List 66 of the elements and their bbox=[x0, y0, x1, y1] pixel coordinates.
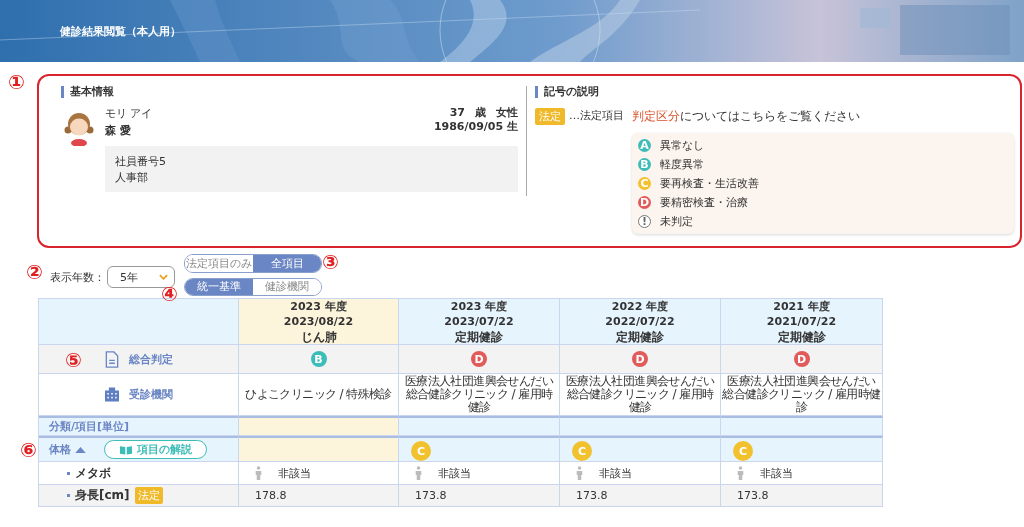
category-header: 分類/項目[単位] bbox=[49, 419, 130, 434]
legal-note: …法定項目 bbox=[569, 108, 624, 123]
page-title: 健診結果閲覧（本人用） bbox=[60, 23, 181, 39]
gender: 女性 bbox=[496, 106, 518, 120]
table-cell: 173.8 bbox=[576, 489, 608, 502]
grade-label: 未判定 bbox=[660, 214, 693, 229]
table-cell: 173.8 bbox=[737, 489, 769, 502]
grade-badge: C bbox=[411, 441, 431, 461]
table-cell: 医療法人社団進興会せんだい総合健診クリニック / 雇用時健診 bbox=[722, 375, 881, 414]
pending-badge: ! bbox=[638, 215, 651, 228]
grade-badge: C bbox=[572, 441, 592, 461]
person-name: 森 愛 bbox=[105, 123, 132, 138]
callout-number: ③ bbox=[322, 252, 339, 272]
grade-link[interactable]: 判定区分 bbox=[632, 109, 680, 123]
row-label: 受診機関 bbox=[128, 387, 173, 402]
toggle-option[interactable]: 統一基準 bbox=[185, 278, 253, 295]
grade-label: 要再検査・生活改善 bbox=[660, 176, 759, 191]
toggle-option[interactable]: 法定項目のみ bbox=[185, 255, 253, 272]
callout-number: ⑤ bbox=[65, 350, 82, 370]
section-title: 記号の説明 bbox=[535, 86, 1014, 98]
age: 37 bbox=[449, 106, 465, 120]
department: 人事部 bbox=[115, 170, 149, 186]
guide-button[interactable]: 項目の解説 bbox=[104, 440, 207, 459]
birthdate: 1986/09/05 生 bbox=[433, 120, 518, 134]
legal-badge: 法定 bbox=[535, 108, 565, 125]
grade-badge: D bbox=[632, 351, 648, 367]
grade-hint: 判定区分についてはこちらをご覧ください bbox=[632, 108, 861, 125]
grade-label: 要精密検査・治療 bbox=[660, 195, 748, 210]
table-cell: 非該当 bbox=[599, 465, 632, 481]
column-header: 2022 年度 2022/07/22 定期健診 bbox=[560, 299, 721, 345]
table-cell: 非該当 bbox=[438, 465, 471, 481]
years-select[interactable]: 5年 bbox=[107, 266, 175, 288]
table-cell-text: 医療法人社団進興会せんだい総合健診クリニック / 雇用時健診 bbox=[403, 375, 555, 414]
row-label: 総合判定 bbox=[128, 351, 173, 367]
grade-badge: D bbox=[638, 196, 651, 209]
table-cell: ひよこクリニック / 特殊検診 bbox=[245, 388, 392, 401]
grade-badge: D bbox=[793, 351, 810, 367]
item-label: メタボ bbox=[75, 464, 111, 482]
age-unit: 歳 bbox=[475, 106, 486, 120]
grade-label: 軽度異常 bbox=[660, 157, 704, 172]
table-cell-text: 医療法人社団進興会せんだい総合健診クリニック / 雇用時健診 bbox=[564, 375, 716, 414]
grade-label: 異常なし bbox=[660, 138, 704, 153]
name-reading: モリ アイ bbox=[105, 106, 153, 121]
legal-badge: 法定 bbox=[134, 487, 163, 504]
table-cell: 173.8 bbox=[415, 489, 447, 502]
table-cell: 非該当 bbox=[278, 465, 311, 481]
table-cell: 非該当 bbox=[760, 465, 793, 481]
grade-badge: A bbox=[638, 139, 651, 152]
column-header: 2021 年度 2021/07/22 定期健診 bbox=[721, 299, 883, 345]
employee-number: 社員番号5 bbox=[115, 154, 167, 170]
grade-badge: B bbox=[638, 158, 651, 171]
section-title: 基本情報 bbox=[61, 86, 518, 98]
table-cell: 178.8 bbox=[255, 489, 287, 502]
grade-badge: D bbox=[471, 351, 487, 367]
column-header: 2023 年度 2023/08/22 じん肺 bbox=[239, 299, 399, 345]
grade-badge: B bbox=[310, 351, 327, 367]
column-header: 2023 年度 2023/07/22 定期健診 bbox=[399, 299, 560, 345]
callout-number: ① bbox=[8, 72, 25, 92]
callout-number: ② bbox=[26, 262, 43, 282]
grade-badge: C bbox=[638, 177, 651, 190]
callout-number: ⑥ bbox=[20, 440, 37, 460]
section-label: 体格 bbox=[49, 442, 71, 457]
grade-badge: C bbox=[733, 441, 753, 461]
years-label: 表示年数： bbox=[50, 269, 105, 285]
toggle-option[interactable]: 全項目 bbox=[253, 255, 321, 272]
item-label: 身長[cm] bbox=[75, 487, 130, 504]
